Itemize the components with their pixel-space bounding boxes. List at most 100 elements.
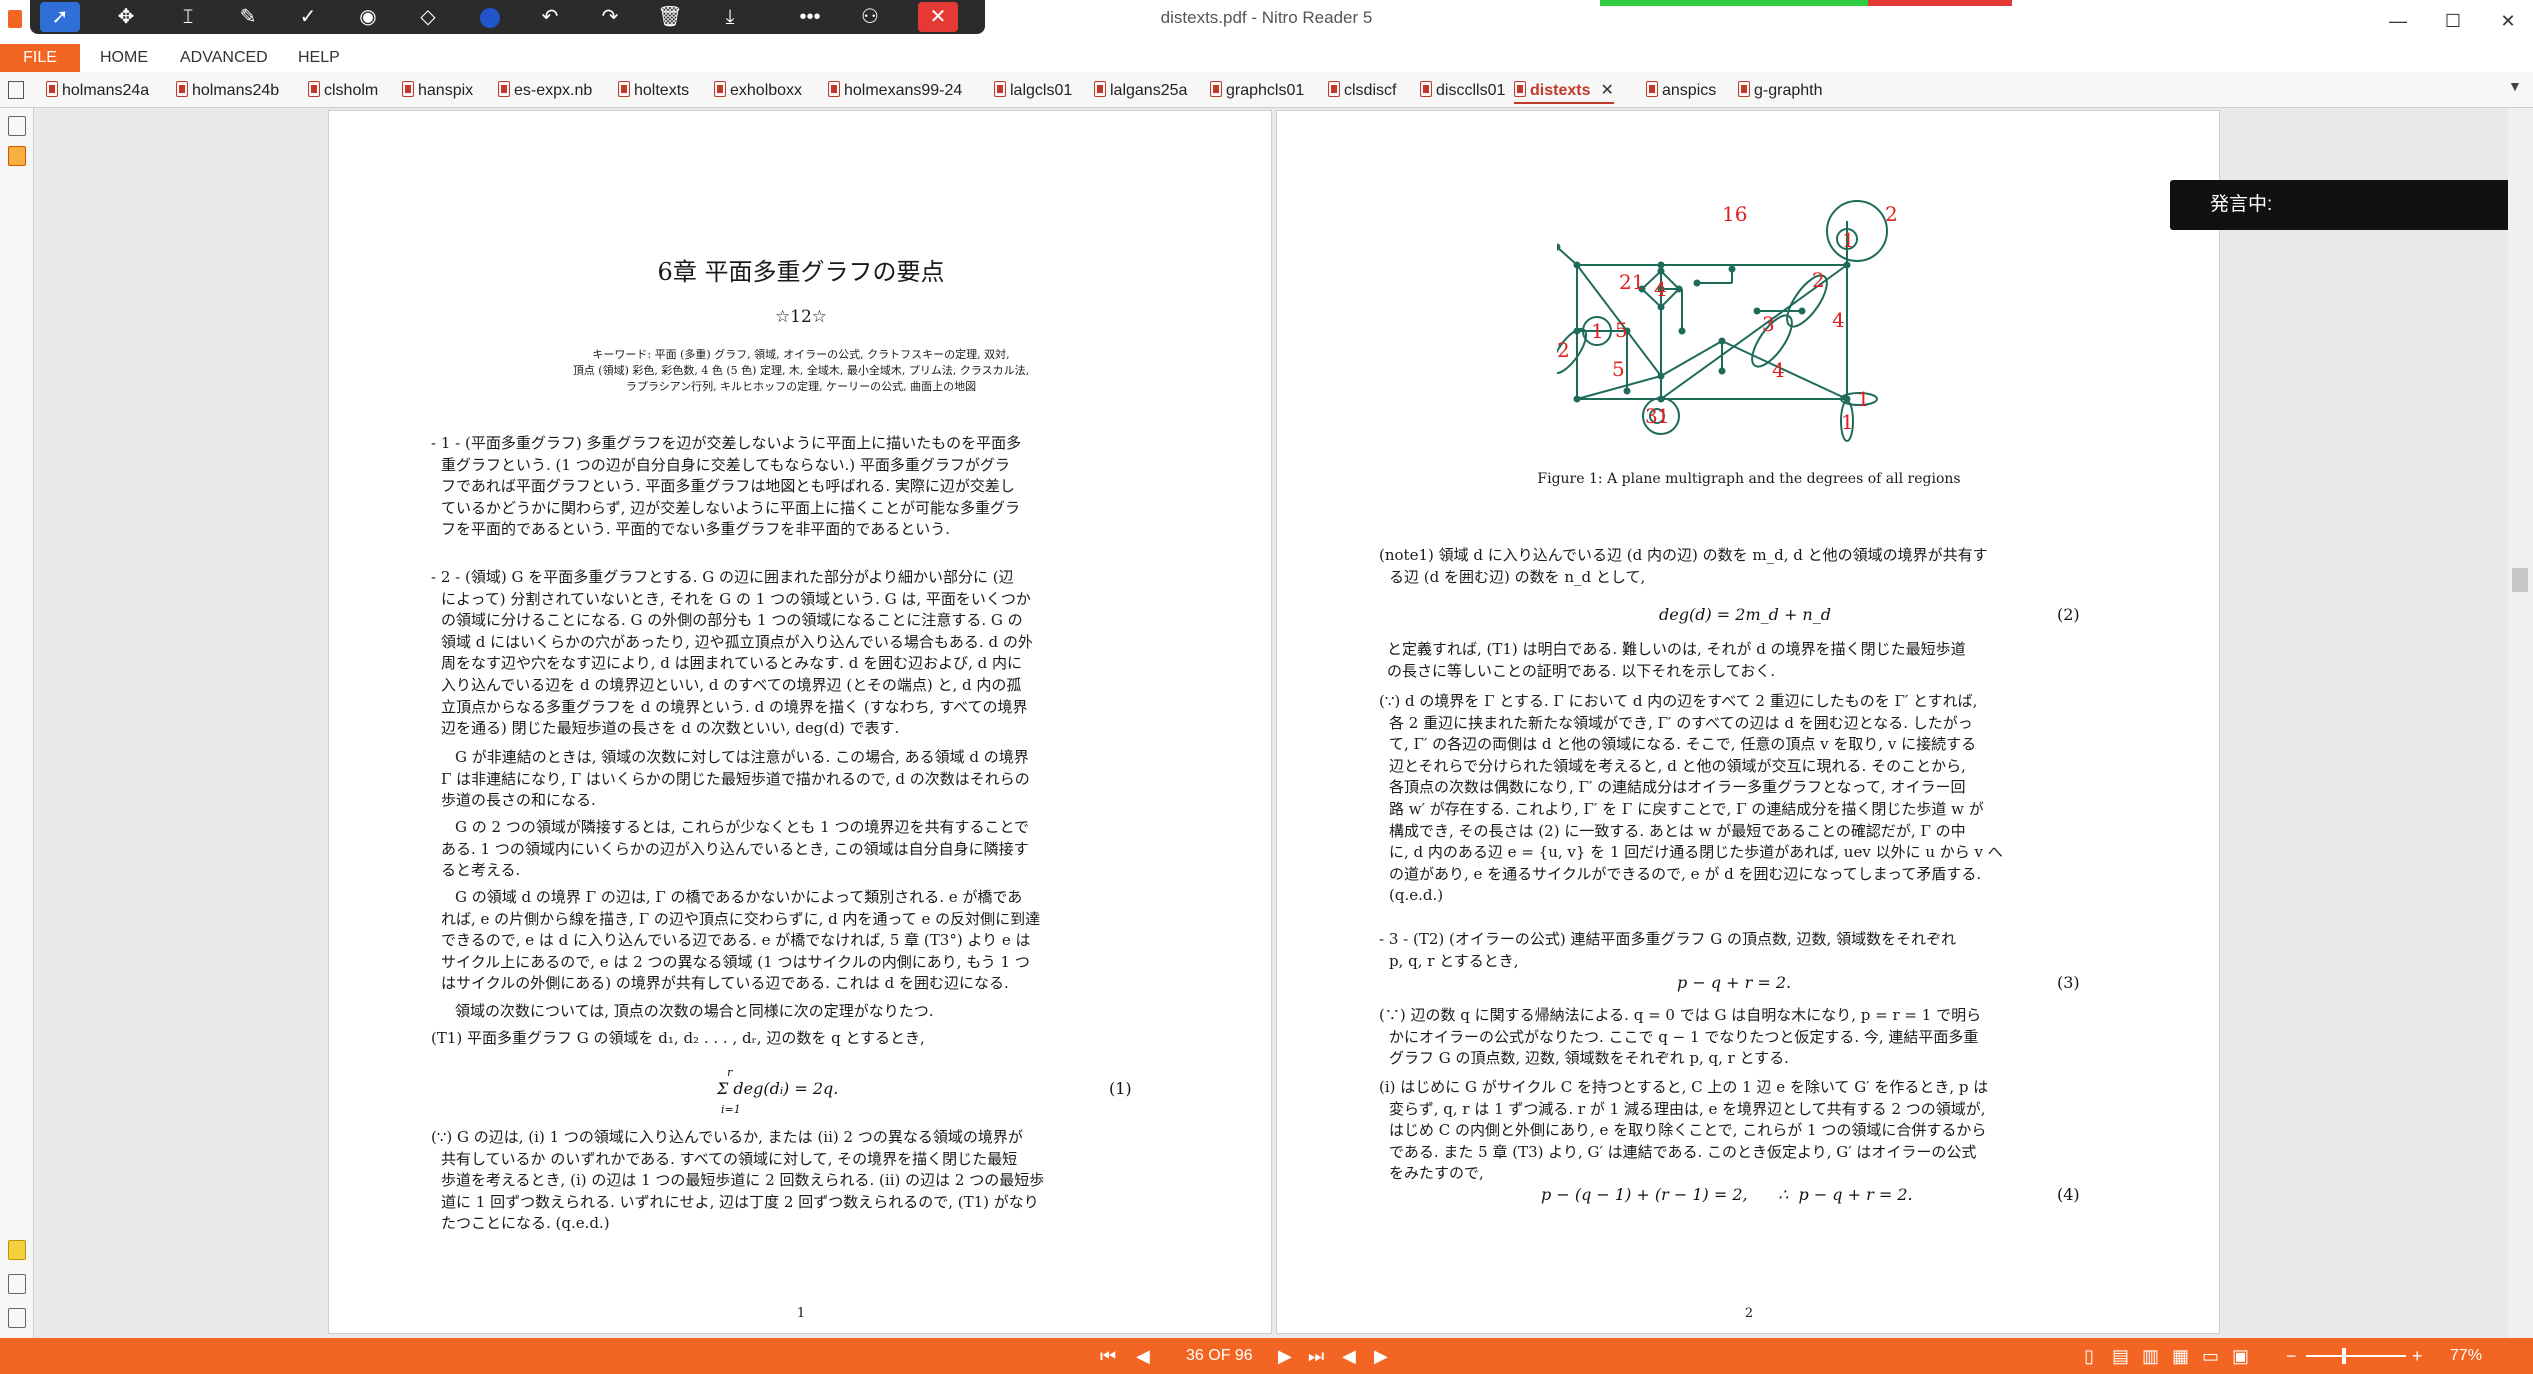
page-thumbnails-icon[interactable] [8, 81, 24, 99]
minimize-button[interactable]: — [2378, 6, 2418, 36]
text-line: の道があり, e を通るサイクルができるので, e が d を囲む辺になってしま… [1389, 864, 1982, 883]
tab-hanspix[interactable]: hanspix [402, 78, 473, 104]
back-view-icon[interactable]: ◀ [1342, 1338, 1356, 1374]
equation-1-upper: r [727, 1066, 733, 1079]
eraser-icon[interactable]: ◇ [408, 2, 448, 32]
tab-lalgans25a[interactable]: lalgans25a [1094, 78, 1187, 104]
first-page-icon[interactable]: ⏮ [1100, 1338, 1116, 1374]
text-cursor-icon[interactable]: 𝙸 [168, 2, 208, 32]
zoom-out-icon[interactable]: − [2286, 1338, 2297, 1374]
equation-3: p − q + r = 2. [1677, 973, 1792, 992]
zoom-slider[interactable] [2306, 1348, 2406, 1364]
menu-advanced[interactable]: ADVANCED [180, 44, 268, 72]
pdf-icon [828, 81, 840, 97]
text-line: フを平面的であるという. 平面的でない多重グラフを非平面的であるという. [441, 520, 951, 539]
forward-view-icon[interactable]: ▶ [1374, 1338, 1388, 1374]
text-line: の領域に分けることになる. G の外側の部分も 1 つの領域になることに注意する… [441, 611, 1023, 630]
text-line: 立頂点からなる多重グラフを d の境界という. d の境界を描く (すなわち, … [441, 697, 1028, 716]
region-degree-label: 5 [1615, 318, 1628, 342]
tab-overflow-chevron-icon[interactable]: ▼ [2508, 78, 2522, 94]
next-page-icon[interactable]: ▶ [1278, 1338, 1292, 1374]
zoom-level[interactable]: 77% [2450, 1338, 2482, 1374]
tab-label: holmans24a [62, 82, 150, 99]
close-toolbar-icon[interactable]: ✕ [918, 2, 958, 32]
text-line: によって) 分割されていないとき, それを G の 1 つの領域という. G は… [441, 589, 1031, 608]
scrollbar-thumb[interactable] [2512, 568, 2528, 592]
undo-icon[interactable]: ↶ [530, 2, 570, 32]
equation-1-number: (1) [1109, 1079, 1132, 1098]
equation-1-lower: i=1 [721, 1103, 741, 1116]
vertical-scrollbar[interactable] [2508, 108, 2533, 1338]
zoom-in-icon[interactable]: + [2412, 1338, 2423, 1374]
paragraph-5: G の領域 d の境界 Γ の辺は, Γ の橋であるかないかによって類別される.… [441, 887, 1171, 995]
tab-g-graphth[interactable]: g-graphth [1738, 78, 1823, 104]
menu-home[interactable]: HOME [100, 44, 148, 72]
tab-graphcls01[interactable]: graphcls01 [1210, 78, 1304, 104]
tab-clsholm[interactable]: clsholm [308, 78, 378, 104]
trash-icon[interactable]: 🗑 [650, 2, 690, 32]
tab-anspics[interactable]: anspics [1646, 78, 1716, 104]
menu-file[interactable]: FILE [0, 44, 80, 72]
tab-distexts[interactable]: distexts ✕ [1514, 78, 1614, 104]
continuous-facing-view-icon[interactable]: ▦ [2172, 1338, 2189, 1374]
region-degree-label: 1 [1591, 319, 1604, 343]
equation-4: p − (q − 1) + (r − 1) = 2, ∴ p − q + r =… [1541, 1185, 1913, 1204]
note1: (note1) 領域 d に入り込んでいる辺 (d 内の辺) の数を m_d, … [1379, 545, 2119, 588]
download-icon[interactable]: ⤓ [710, 2, 750, 32]
text-line: 変らず, q, r は 1 ずつ減る. r が 1 減る理由は, e を境界辺と… [1389, 1099, 1986, 1118]
pdf-icon [1514, 81, 1526, 97]
select-pointer-icon[interactable]: ➚ [40, 2, 80, 32]
app-logo-icon [8, 10, 22, 28]
comments-panel-icon[interactable] [8, 1240, 26, 1260]
tab-holmans24b[interactable]: holmans24b [176, 78, 279, 104]
previous-page-icon[interactable]: ◀ [1136, 1338, 1150, 1374]
text-line: である. また 5 章 (T3) より, G′ は連結である. このとき仮定より… [1389, 1142, 1977, 1161]
user-settings-icon[interactable]: ⚇ [850, 2, 890, 32]
tab-clsdiscf[interactable]: clsdiscf [1328, 78, 1396, 104]
output-panel-icon[interactable] [8, 1308, 26, 1328]
close-window-button[interactable]: ✕ [2488, 6, 2528, 36]
equation-1: Σ deg(dᵢ) = 2q. [717, 1079, 839, 1098]
text-line: 周をなす辺や穴をなす辺により, d は囲まれているとみなす. d を囲む辺および… [441, 654, 1022, 673]
tab-es-expx[interactable]: es-expx.nb [498, 78, 592, 104]
tab-label: es-expx.nb [514, 82, 593, 99]
single-page-view-icon[interactable]: ▯ [2084, 1338, 2094, 1374]
continuous-view-icon[interactable]: ▤ [2112, 1338, 2129, 1374]
equation-3-number: (3) [2057, 973, 2080, 992]
zoom-slider-thumb[interactable] [2342, 1348, 2346, 1364]
last-page-icon[interactable]: ⏭ [1308, 1338, 1324, 1374]
redo-icon[interactable]: ↷ [590, 2, 630, 32]
text-line: る辺 (d を囲む辺) の数を n_d として, [1389, 567, 1646, 586]
proof-note1: (∵) d の境界を Γ とする. Γ において d 内の辺をすべて 2 重辺に… [1379, 691, 2119, 907]
close-tab-icon[interactable]: ✕ [1600, 82, 1613, 99]
pdf-icon [994, 81, 1006, 97]
tab-exholboxx[interactable]: exholboxx [714, 78, 802, 104]
page-indicator[interactable]: 36 OF 96 [1186, 1338, 1253, 1374]
page-thumbnails-panel-icon[interactable] [8, 116, 26, 136]
checkmark-icon[interactable]: ✓ [288, 2, 328, 32]
attachments-panel-icon[interactable] [8, 1274, 26, 1294]
status-bar: ⏮ ◀ 36 OF 96 ▶ ⏭ ◀ ▶ ▯ ▤ ▥ ▦ ▭ ▣ − + 77% [0, 1338, 2533, 1374]
text-line: 共有しているか のいずれかである. すべての領域に対して, その境界を描く閉じた… [441, 1149, 1018, 1168]
facing-view-icon[interactable]: ▥ [2142, 1338, 2159, 1374]
color-picker-icon[interactable] [470, 2, 510, 32]
fit-page-icon[interactable]: ▭ [2202, 1338, 2219, 1374]
text-line: (∵) G の辺は, (i) 1 つの領域に入り込んでいるか, または (ii)… [431, 1128, 1023, 1146]
tab-holmans24a[interactable]: holmans24a [46, 78, 149, 104]
stamp-icon[interactable]: ◉ [348, 2, 388, 32]
fit-width-icon[interactable]: ▣ [2232, 1338, 2249, 1374]
pen-icon[interactable]: ✎ [228, 2, 268, 32]
move-icon[interactable]: ✥ [106, 2, 146, 32]
more-icon[interactable]: ••• [790, 2, 830, 32]
plane-multigraph-figure: 16 2 1 21 4 2 4 1 5 3 2 5 4 1 3 1 1 [1557, 200, 1898, 442]
region-degree-label: 1 [1657, 404, 1670, 428]
tab-holtexts[interactable]: holtexts [618, 78, 689, 104]
tab-lalgcls01[interactable]: lalgcls01 [994, 78, 1072, 104]
tab-label: distexts [1530, 82, 1591, 99]
tab-holmexans99-24[interactable]: holmexans99-24 [828, 78, 962, 104]
maximize-button[interactable]: ☐ [2433, 6, 2473, 36]
tab-discclls01[interactable]: discclls01 [1420, 78, 1505, 104]
keywords-line: キーワード: 平面 (多重) グラフ, 領域, オイラーの公式, クラトフスキー… [592, 348, 1010, 361]
menu-help[interactable]: HELP [298, 44, 340, 72]
bookmarks-panel-icon[interactable] [8, 146, 26, 166]
